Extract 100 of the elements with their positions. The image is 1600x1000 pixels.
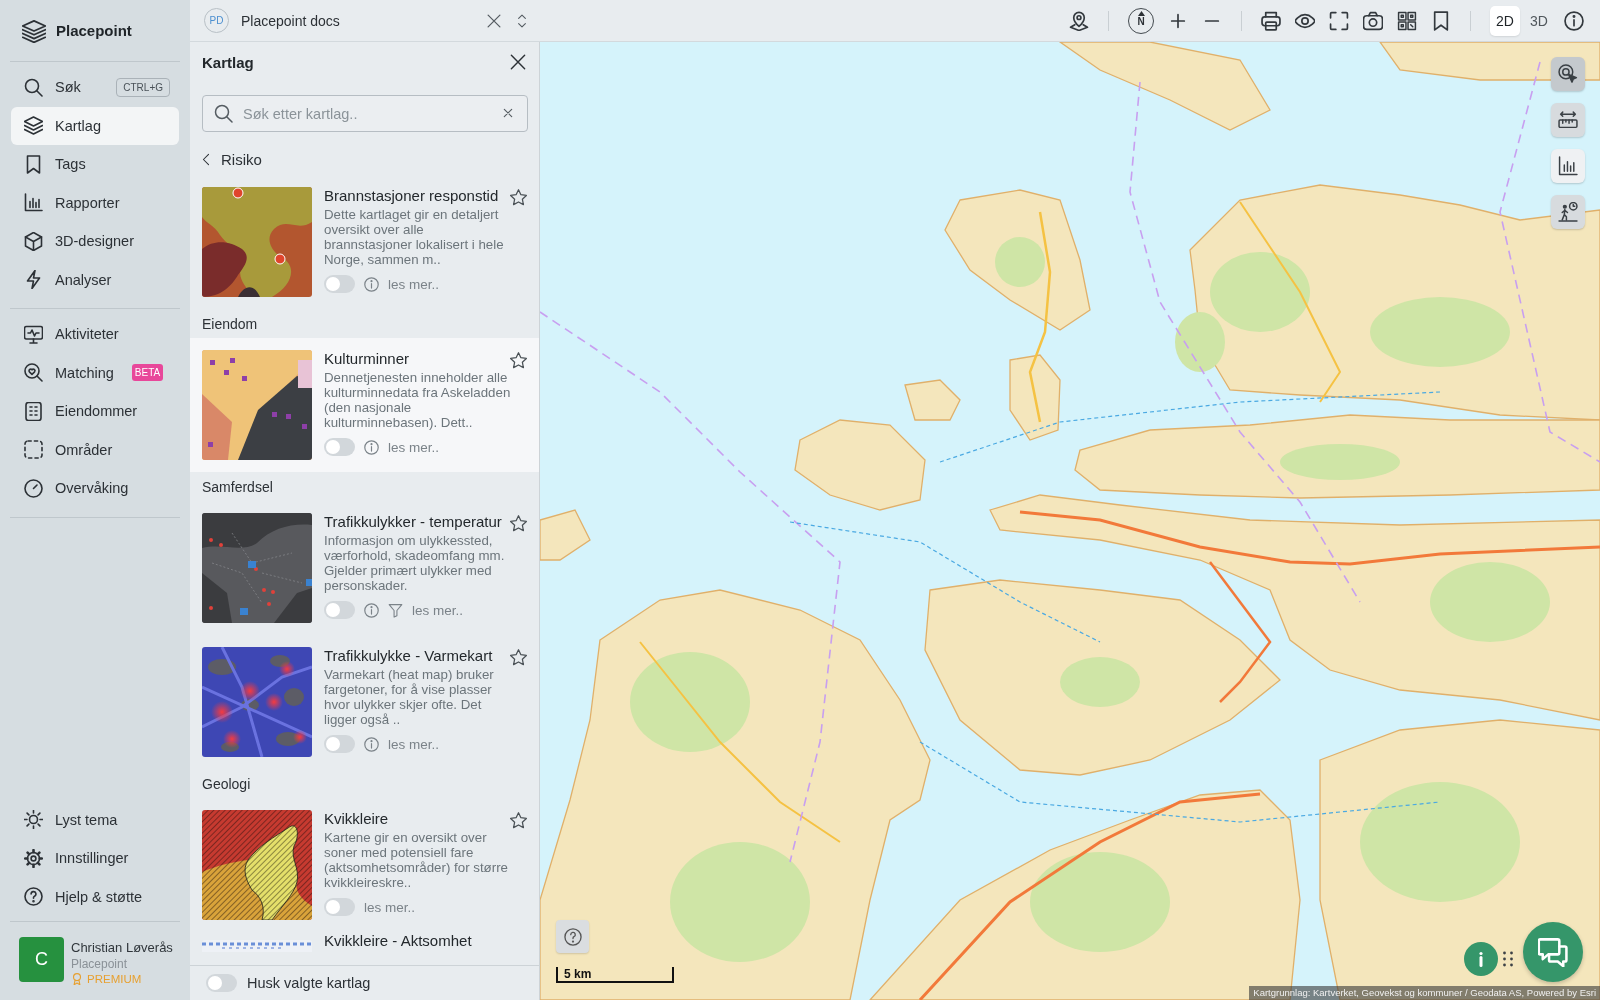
sidebar-item[interactable]: Områder <box>11 430 179 469</box>
back-link[interactable]: Risiko <box>200 145 266 173</box>
help-icon <box>24 887 43 907</box>
sidebar-item[interactable]: Lyst tema <box>11 800 179 839</box>
layer-card[interactable]: Trafikkulykker - temperatur Informasjon om ulykkessted, værforhold, skadeomfang mm. Gjelder primært ulykker med personskader. les mer.. <box>190 501 539 635</box>
search-icon <box>214 104 233 123</box>
star-icon[interactable] <box>510 189 527 206</box>
layer-title: Trafikkulykker - temperatur <box>324 513 503 531</box>
layer-card[interactable]: Kvikkleire Kartene gir en oversikt over soner med potensiell fare (aktsomhetsområder) for større kvikkleireskre.. les mer.. <box>190 798 539 932</box>
user-organization: Placepoint <box>71 957 129 971</box>
walking-person-clock-icon <box>1558 202 1578 222</box>
layer-title: Kvikkleire <box>324 810 390 828</box>
beta-badge: BETA <box>131 364 164 382</box>
sidebar-item[interactable]: 3D-designer <box>11 222 179 261</box>
close-icon[interactable] <box>486 12 502 29</box>
bar-chart-icon <box>1558 156 1578 176</box>
star-icon[interactable] <box>510 352 527 369</box>
map-tool-button[interactable] <box>1551 103 1585 137</box>
toggle-switch[interactable] <box>324 898 355 916</box>
toggle-switch[interactable] <box>324 601 355 619</box>
toggle-switch[interactable] <box>324 438 355 456</box>
chat-icon <box>1538 937 1568 967</box>
dashed-square-icon <box>24 440 43 460</box>
help-icon <box>563 927 582 946</box>
camera-icon[interactable] <box>1363 10 1383 31</box>
qr-code-icon[interactable] <box>1397 10 1417 31</box>
layers-icon <box>24 116 43 136</box>
gauge-icon <box>24 478 43 498</box>
workspace-name[interactable]: Placepoint docs <box>241 12 474 29</box>
cursor-target-icon <box>1558 64 1578 84</box>
filter-icon[interactable] <box>388 602 403 618</box>
layer-description: Varmekart (heat map) bruker fargetoner, for å vise plasser hvor ulykker skjer ofte. Det ligger også .. <box>324 667 495 727</box>
close-icon[interactable] <box>509 53 527 71</box>
stacked-layers-icon <box>22 18 46 43</box>
help-button[interactable] <box>556 920 589 953</box>
sidebar-item[interactable]: Overvåking <box>11 469 179 508</box>
cube-icon <box>24 231 43 251</box>
view-mode-tab[interactable]: 3D <box>1524 5 1554 36</box>
lightning-icon <box>24 270 43 290</box>
toggle-switch[interactable] <box>324 275 355 293</box>
layer-description: Dette kartlaget gir en detaljert oversikt over alle brannstasjoner lokalisert i hele Norge, sammen m.. <box>324 207 505 267</box>
plan-label: PREMIUM <box>87 973 142 985</box>
grip-icon[interactable] <box>1500 951 1516 967</box>
brand-name: Placepoint <box>56 22 132 39</box>
sidebar-item[interactable]: Matching BETA <box>11 353 179 392</box>
ruler-icon <box>1558 110 1578 130</box>
toggle-switch[interactable] <box>206 974 237 992</box>
bar-chart-icon <box>24 193 43 213</box>
settings-icon <box>24 848 43 868</box>
sidebar-item[interactable]: Hjelp & støtte <box>11 877 179 916</box>
sidebar-item[interactable]: Kartlag <box>11 106 179 145</box>
north-arrow-icon <box>1137 9 1145 17</box>
layer-description: Informasjon om ulykkessted, værforhold, skadeomfang mm. Gjelder primært ulykker med personskader. <box>324 533 506 593</box>
layer-description: Dennetjenesten inneholder alle kulturminnedata fra Askeladden (den nasjonale kulturminnebasen). Dett.. <box>324 370 512 430</box>
fullscreen-icon[interactable] <box>1329 10 1349 31</box>
layer-card[interactable]: Trafikkulykke - Varmekart Varmekart (heat map) bruker fargetoner, for å vise plasser hvor ulykker skjer ofte. Det ligger også .. les mer.. <box>190 635 539 769</box>
award-icon <box>71 973 83 985</box>
sidebar-item[interactable]: Innstillinger <box>11 839 179 878</box>
layer-title: Brannstasjoner responstid <box>324 187 500 205</box>
bookmark-icon[interactable] <box>1431 10 1451 31</box>
layer-title: Kvikkleire - Aktsomhet <box>324 932 473 950</box>
map-tool-button[interactable] <box>1551 195 1585 229</box>
remember-layers-label: Husk valgte kartlag <box>247 975 371 991</box>
sidebar-item[interactable]: Aktiviteter <box>11 315 179 354</box>
star-icon[interactable] <box>510 812 527 829</box>
layer-title: Kulturminner <box>324 350 411 368</box>
sidebar-item[interactable]: Tags <box>11 145 179 184</box>
user-name: Christian Løverås <box>71 940 173 955</box>
printer-icon[interactable] <box>1261 10 1281 31</box>
map-tool-button[interactable] <box>1551 149 1585 183</box>
sidebar-item[interactable]: Søk CTRL+G <box>11 68 179 107</box>
star-icon[interactable] <box>510 515 527 532</box>
panel-title: Kartlag <box>202 53 254 71</box>
shortcut-key: CTRL+G <box>116 77 170 97</box>
sidebar-item[interactable]: Rapporter <box>11 183 179 222</box>
layer-title: Trafikkulykke - Varmekart <box>324 647 494 665</box>
layer-description: Kartene gir en oversikt over soner med potensiell fare (aktsomhetsområder) for større kvikkleireskre.. <box>324 830 509 890</box>
search-field[interactable]: Søk etter kartlag.. <box>202 95 528 132</box>
map-tool-button[interactable] <box>1551 57 1585 91</box>
clear-icon[interactable] <box>503 108 513 118</box>
building-icon <box>24 401 43 421</box>
layer-card[interactable]: Kulturminner Dennetjenesten inneholder alle kulturminnedata fra Askeladden (den nasjonale kulturminnebasen). Dett.. les mer.. <box>190 338 539 472</box>
section-heading: Eiendom <box>201 314 259 334</box>
read-more-link[interactable]: les mer.. <box>388 439 439 455</box>
sidebar-item[interactable]: Eiendommer <box>11 392 179 431</box>
scale-bar: 5 km <box>556 967 674 983</box>
star-icon[interactable] <box>510 649 527 666</box>
layer-card[interactable]: Brannstasjoner responstid Dette kartlaget gir en detaljert oversikt over alle brannstasjoner lokalisert i hele Norge, sammen m.. les mer.. <box>190 175 539 309</box>
location-pin-icon[interactable] <box>1069 10 1089 31</box>
sidebar-item[interactable]: Analyser <box>11 260 179 299</box>
section-heading: Samferdsel <box>201 477 274 497</box>
toggle-switch[interactable] <box>324 735 355 753</box>
user-avatar[interactable]: C <box>19 937 64 982</box>
info-icon[interactable] <box>1564 10 1584 31</box>
view-mode-tab[interactable]: 2D <box>1490 5 1520 36</box>
section-heading: Geologi <box>201 774 252 794</box>
monitor-pulse-icon <box>24 324 43 344</box>
map-attribution: Kartgrunnlag: Kartverket, Geovekst og kommuner / Geodata AS, Powered by Esri <box>1249 986 1600 1000</box>
search-icon <box>24 77 43 97</box>
sun-icon <box>24 810 43 830</box>
